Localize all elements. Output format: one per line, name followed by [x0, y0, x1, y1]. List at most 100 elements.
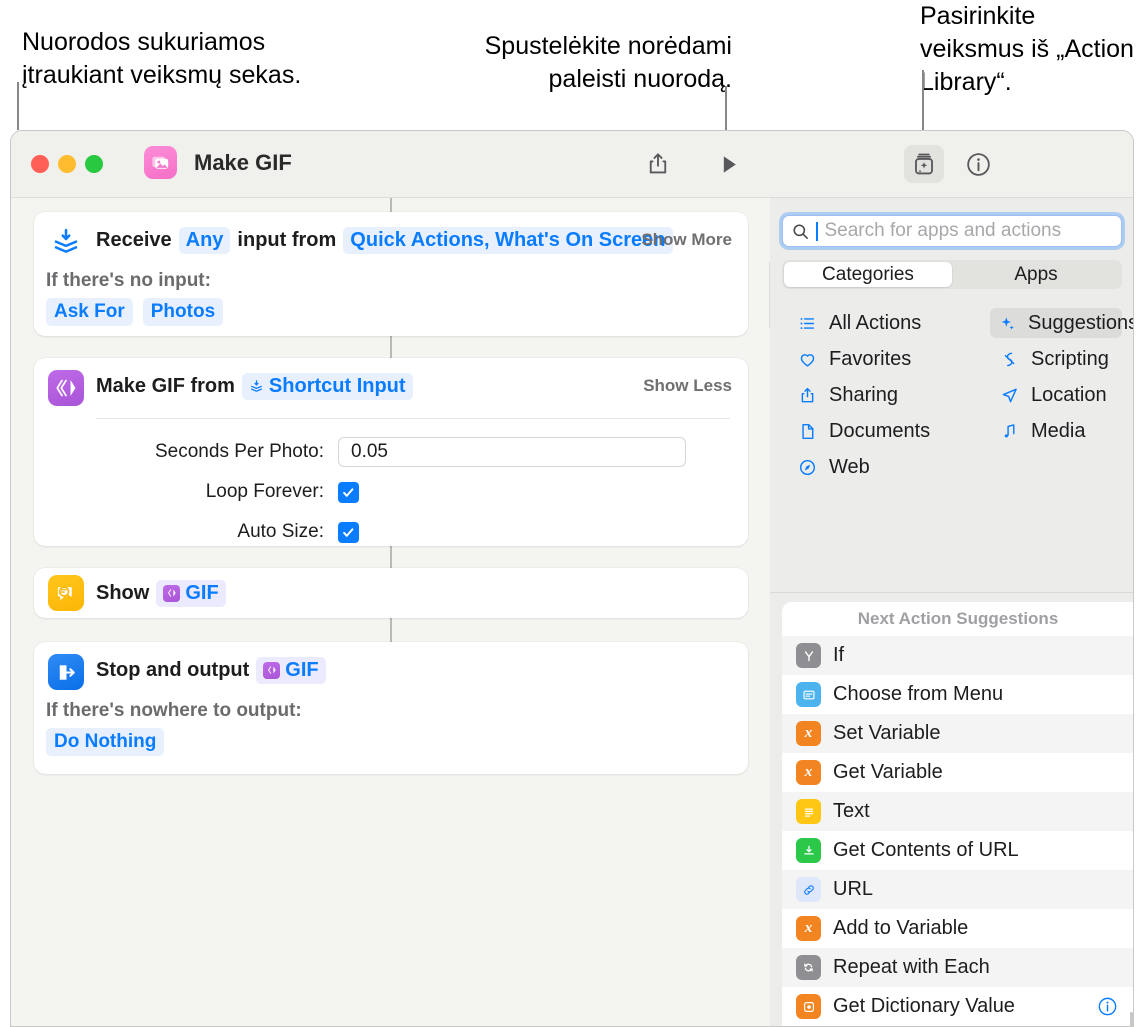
param-label: Auto Size:	[237, 521, 324, 542]
ask-for-pill[interactable]: Ask For	[46, 298, 133, 326]
action-card-receive[interactable]: Receive Any input from Quick Actions, Wh…	[34, 212, 748, 336]
action-title-line: Stop and output GIF	[96, 642, 326, 698]
library-scrollbar[interactable]	[1130, 602, 1133, 1026]
action-library-icon	[915, 153, 933, 175]
zoom-button[interactable]	[85, 155, 103, 173]
input-source-token[interactable]: Quick Actions, What's On Screen	[343, 226, 673, 254]
category-favorites[interactable]: Favorites	[788, 344, 919, 374]
tab-apps[interactable]: Apps	[952, 262, 1120, 287]
traffic-lights	[31, 155, 103, 173]
search-input[interactable]: Search for apps and actions	[825, 220, 1062, 242]
gif-icon	[163, 584, 181, 602]
library-segmented-control[interactable]: Categories Apps	[782, 260, 1122, 289]
list-item-info-button[interactable]	[1097, 996, 1118, 1022]
list-item[interactable]: Text	[782, 792, 1133, 831]
list-item[interactable]: Get Dictionary Value	[782, 987, 1133, 1026]
repeat-icon	[796, 955, 821, 980]
action-title-line: Make GIF from Shortcut Input	[96, 358, 413, 414]
category-label: Suggestions	[1028, 311, 1134, 334]
list-item-label: Get Variable	[833, 761, 943, 783]
variable-icon: x	[796, 721, 821, 746]
list-item-label: Get Contents of URL	[833, 839, 1019, 861]
category-label: Sharing	[829, 383, 898, 406]
list-item[interactable]: Choose from Menu	[782, 675, 1133, 714]
param-loop-forever: Loop Forever:	[34, 472, 748, 512]
seconds-per-photo-input[interactable]: 0.05	[338, 437, 686, 467]
text-cursor	[816, 221, 818, 241]
list-item-label: Choose from Menu	[833, 683, 1004, 705]
callout-right-text: Pasirinkite veiksmus iš „Action Library“…	[920, 2, 1134, 96]
app-icon	[144, 146, 177, 179]
list-item-label: Text	[833, 800, 870, 822]
action-library-pane: Search for apps and actions Categories A…	[770, 198, 1133, 1026]
list-item[interactable]: Repeat with Each	[782, 948, 1133, 987]
list-icon	[796, 314, 818, 333]
scrollbar-thumb[interactable]	[1130, 1012, 1133, 1026]
category-suggestions[interactable]: Suggestions	[990, 308, 1133, 338]
link-icon	[796, 877, 821, 902]
nowhere-to-output-label: If there's nowhere to output:	[46, 700, 302, 721]
category-all-actions[interactable]: All Actions	[788, 308, 929, 338]
action-card-stop-output[interactable]: Stop and output GIF If there's nowhere t…	[34, 642, 748, 774]
document-icon	[796, 422, 818, 441]
gif-token-label: GIF	[285, 658, 319, 681]
list-item[interactable]: If	[782, 636, 1133, 675]
action-title: Show	[96, 581, 150, 604]
gif-variable-token[interactable]: GIF	[256, 656, 326, 684]
show-more-toggle[interactable]: Show More	[641, 230, 732, 250]
auto-size-checkbox[interactable]	[338, 521, 359, 543]
shortcut-editor-pane: Receive Any input from Quick Actions, Wh…	[12, 198, 769, 1026]
receive-input-icon	[48, 224, 84, 260]
suggestions-list[interactable]: Next Action Suggestions If Choose from M…	[782, 602, 1133, 1026]
tab-categories[interactable]: Categories	[784, 262, 952, 287]
action-title: Receive	[96, 228, 172, 251]
action-card-make-gif[interactable]: Make GIF from Shortcut Input Show Less S…	[34, 358, 748, 546]
show-less-toggle[interactable]: Show Less	[643, 376, 732, 396]
param-seconds-per-photo: Seconds Per Photo: 0.05	[34, 432, 748, 472]
category-sharing[interactable]: Sharing	[788, 380, 906, 410]
safari-icon	[796, 458, 818, 477]
list-item[interactable]: x Add to Variable	[782, 909, 1133, 948]
action-header: Make GIF from Shortcut Input Show Less	[34, 358, 748, 414]
shortcut-input-icon	[250, 379, 262, 392]
close-button[interactable]	[31, 155, 49, 173]
category-scripting[interactable]: Scripting	[990, 344, 1117, 374]
stop-output-icon	[48, 654, 84, 690]
action-title-line: Show GIF	[96, 568, 226, 618]
check-icon	[343, 487, 354, 497]
library-divider	[770, 592, 1133, 593]
category-media[interactable]: Media	[990, 416, 1093, 446]
action-library-button[interactable]	[904, 145, 944, 183]
action-header: Receive Any input from Quick Actions, Wh…	[34, 212, 748, 268]
list-item[interactable]: x Get Variable	[782, 753, 1133, 792]
category-web[interactable]: Web	[788, 452, 878, 482]
loop-forever-checkbox[interactable]	[338, 481, 359, 503]
search-field[interactable]: Search for apps and actions	[782, 215, 1122, 247]
category-location[interactable]: Location	[990, 380, 1115, 410]
shortcut-input-token-label: Shortcut Input	[268, 374, 406, 397]
do-nothing-pill[interactable]: Do Nothing	[46, 728, 165, 756]
share-button[interactable]	[641, 147, 675, 181]
callout-left-text: Nuorodos sukuriamos įtraukiant veiksmų s…	[22, 28, 302, 89]
flow-connector	[390, 336, 392, 358]
info-button[interactable]	[962, 148, 994, 180]
list-item[interactable]: Get Contents of URL	[782, 831, 1133, 870]
action-title: Stop and output	[96, 658, 250, 681]
category-label: Location	[1031, 383, 1107, 406]
run-button[interactable]	[711, 147, 745, 181]
check-icon	[343, 527, 354, 537]
category-label: Documents	[829, 419, 931, 442]
info-icon	[966, 152, 990, 176]
list-item[interactable]: URL	[782, 870, 1133, 909]
dictionary-icon	[796, 994, 821, 1019]
list-item[interactable]: x Set Variable	[782, 714, 1133, 753]
category-label: Favorites	[829, 347, 912, 370]
category-documents[interactable]: Documents	[788, 416, 938, 446]
photos-pill[interactable]: Photos	[142, 298, 224, 326]
gif-variable-token[interactable]: GIF	[156, 579, 226, 607]
input-type-token[interactable]: Any	[178, 226, 231, 254]
shortcut-input-token[interactable]: Shortcut Input	[241, 372, 413, 400]
minimize-button[interactable]	[58, 155, 76, 173]
action-card-show[interactable]: Show GIF	[34, 568, 748, 618]
list-item-label: If	[833, 644, 845, 666]
